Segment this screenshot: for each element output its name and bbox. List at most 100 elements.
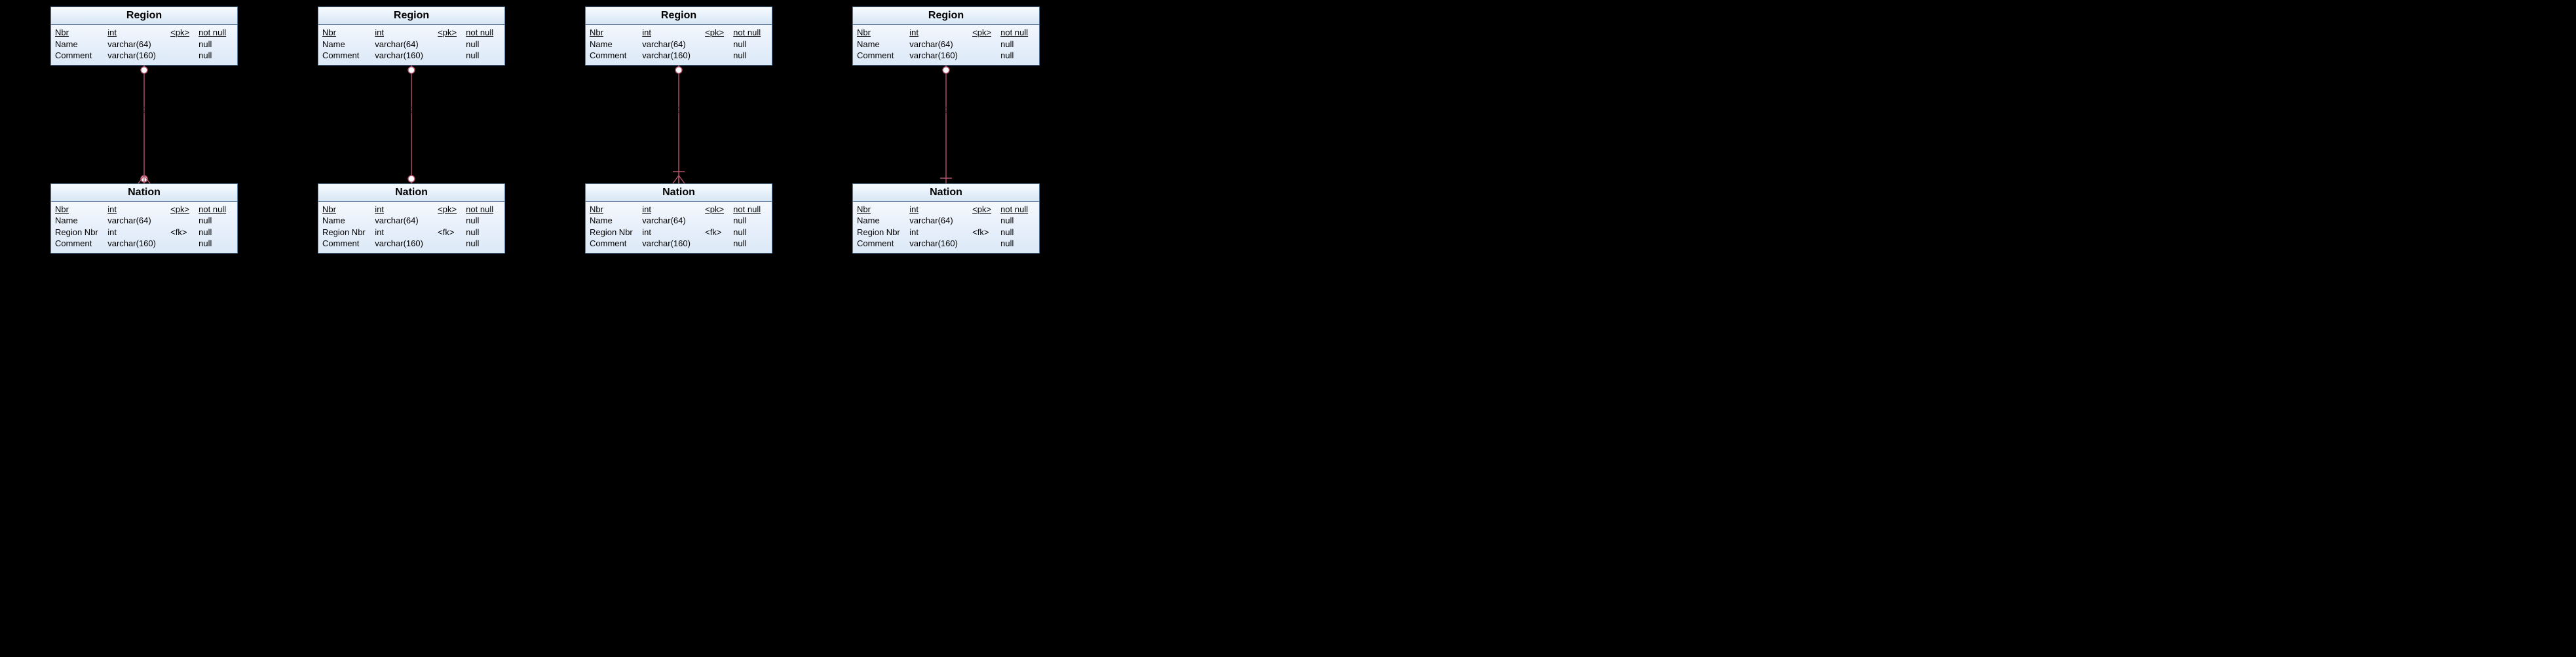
nation-col-row: Region Nbr int <fk> null (857, 227, 1035, 238)
col-null: null (733, 39, 768, 50)
entity-nation: Nation Nbr int <pk> not null Name varcha… (318, 183, 505, 253)
col-name: Nbr (857, 204, 909, 216)
entity-nation-title: Nation (51, 184, 237, 202)
col-key: <fk> (705, 227, 733, 238)
col-type: int (909, 227, 972, 238)
col-key: <pk> (170, 27, 199, 39)
col-name: Name (590, 39, 642, 50)
relationship: nation belongs to a region (49, 66, 239, 183)
col-null: not null (1000, 204, 1035, 216)
col-null: not null (733, 204, 768, 216)
col-name: Nbr (322, 27, 375, 39)
entity-nation: Nation Nbr int <pk> not null Name varcha… (852, 183, 1040, 253)
nation-col-row: Nbr int <pk> not null (590, 204, 768, 216)
col-type: varchar(160) (375, 238, 438, 250)
col-null: null (199, 238, 233, 250)
relationship-line (131, 66, 157, 183)
col-type: varchar(160) (642, 238, 705, 250)
col-null: not null (199, 27, 233, 39)
col-name: Comment (322, 238, 375, 250)
col-null: null (466, 39, 501, 50)
entity-nation-title: Nation (586, 184, 772, 202)
col-name: Comment (857, 238, 909, 250)
nation-col-row: Nbr int <pk> not null (322, 204, 501, 216)
col-name: Region Nbr (857, 227, 909, 238)
col-name: Comment (590, 50, 642, 62)
region-col-row: Nbr int <pk> not null (322, 27, 501, 39)
col-type: int (642, 204, 705, 216)
relationship-line (933, 66, 959, 183)
col-type: varchar(160) (909, 238, 972, 250)
col-type: int (375, 227, 438, 238)
col-type: int (642, 27, 705, 39)
col-type: varchar(160) (375, 50, 438, 62)
region-col-row: Comment varchar(160) null (55, 50, 233, 62)
nation-col-row: Name varchar(64) null (322, 215, 501, 227)
nation-col-row: Region Nbr int <fk> null (55, 227, 233, 238)
nation-col-row: Comment varchar(160) null (55, 238, 233, 250)
col-null: null (733, 215, 768, 227)
col-key: <pk> (705, 27, 733, 39)
col-type: int (375, 204, 438, 216)
entity-nation-columns: Nbr int <pk> not null Name varchar(64) n… (51, 202, 237, 253)
col-type: varchar(160) (642, 50, 705, 62)
region-col-row: Comment varchar(160) null (590, 50, 768, 62)
col-type: int (375, 27, 438, 39)
col-name: Name (322, 215, 375, 227)
col-name: Comment (590, 238, 642, 250)
col-null: null (199, 50, 233, 62)
col-null: null (1000, 39, 1035, 50)
col-name: Comment (322, 50, 375, 62)
col-name: Region Nbr (590, 227, 642, 238)
col-null: null (733, 238, 768, 250)
entity-region-columns: Nbr int <pk> not null Name varchar(64) n… (586, 25, 772, 65)
col-name: Comment (55, 238, 107, 250)
erd-diagram: Region Nbr int <pk> not null Name varcha… (584, 7, 774, 253)
erd-diagram: Region Nbr int <pk> not null Name varcha… (851, 7, 1041, 253)
col-type: int (909, 27, 972, 39)
entity-nation: Nation Nbr int <pk> not null Name varcha… (50, 183, 238, 253)
col-type: varchar(160) (107, 50, 170, 62)
entity-region-title: Region (586, 7, 772, 25)
entity-nation-title: Nation (318, 184, 504, 202)
col-type: int (107, 27, 170, 39)
region-col-row: Nbr int <pk> not null (55, 27, 233, 39)
col-null: not null (466, 27, 501, 39)
relationship: nation belongs to a region (584, 66, 774, 183)
col-type: varchar(64) (909, 39, 972, 50)
col-key: <pk> (972, 27, 1000, 39)
entity-region-title: Region (318, 7, 504, 25)
nation-col-row: Nbr int <pk> not null (55, 204, 233, 216)
col-null: null (733, 227, 768, 238)
col-null: null (199, 227, 233, 238)
col-null: null (199, 215, 233, 227)
region-col-row: Name varchar(64) null (590, 39, 768, 50)
col-name: Region Nbr (322, 227, 375, 238)
col-type: varchar(160) (909, 50, 972, 62)
col-null: null (1000, 238, 1035, 250)
entity-region: Region Nbr int <pk> not null Name varcha… (318, 7, 505, 66)
col-name: Nbr (590, 204, 642, 216)
nation-col-row: Region Nbr int <fk> null (322, 227, 501, 238)
col-type: int (642, 227, 705, 238)
nation-col-row: Comment varchar(160) null (857, 238, 1035, 250)
col-null: not null (466, 204, 501, 216)
erd-diagram: Region Nbr int <pk> not null Name varcha… (316, 7, 506, 253)
col-name: Comment (857, 50, 909, 62)
entity-region-title: Region (853, 7, 1039, 25)
region-col-row: Comment varchar(160) null (322, 50, 501, 62)
col-name: Name (322, 39, 375, 50)
entity-region: Region Nbr int <pk> not null Name varcha… (852, 7, 1040, 66)
col-null: not null (1000, 27, 1035, 39)
col-name: Name (857, 215, 909, 227)
entity-region: Region Nbr int <pk> not null Name varcha… (50, 7, 238, 66)
relationship: nation belongs to a region (851, 66, 1041, 183)
col-null: null (1000, 227, 1035, 238)
col-key: <pk> (170, 204, 199, 216)
col-key: <pk> (972, 204, 1000, 216)
col-key: <fk> (972, 227, 1000, 238)
nation-col-row: Nbr int <pk> not null (857, 204, 1035, 216)
col-key: <fk> (438, 227, 466, 238)
relationship-line (398, 66, 425, 183)
col-null: not null (199, 204, 233, 216)
